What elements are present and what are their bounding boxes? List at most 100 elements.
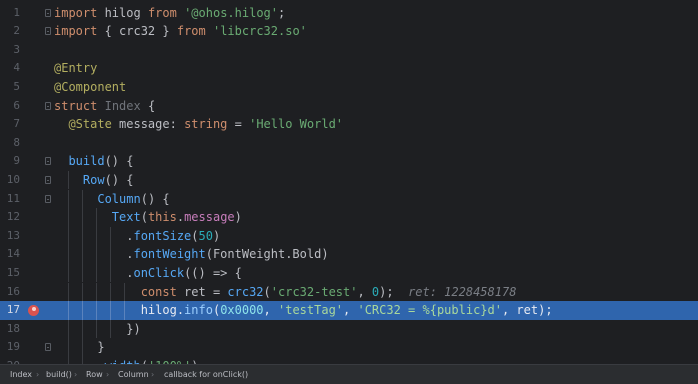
fold-icon[interactable] [45,343,51,352]
code-token: { crc32 } [97,24,177,39]
code-token: . [54,228,134,243]
editor-gutter[interactable]: 9 [0,152,51,171]
editor-gutter[interactable]: 3 [0,41,48,60]
editor-gutter[interactable]: 17 [0,301,48,320]
code-text[interactable]: hilog.info(0x0000, 'testTag', 'CRC32 = %… [54,301,553,320]
editor-gutter[interactable]: 15 [0,264,48,283]
code-text[interactable]: build() { [54,152,133,171]
code-text[interactable]: .onClick(() => { [54,264,242,283]
code-line[interactable]: 1 import hilog from '@ohos.hilog'; [0,4,698,23]
editor-gutter[interactable]: 20 [0,357,48,364]
code-token: = [227,117,250,132]
editor-gutter[interactable]: 12 [0,208,48,227]
fold-icon[interactable] [45,194,51,203]
editor-gutter[interactable]: 8 [0,134,48,153]
editor-gutter[interactable]: 11 [0,190,51,209]
code-line[interactable]: 2 import { crc32 } from 'libcrc32.so' [0,22,698,41]
editor-gutter[interactable]: 14 [0,245,48,264]
current-execution-line[interactable]: 17 hilog.info(0x0000, 'testTag', 'CRC32 … [0,301,698,320]
code-token: ) [212,228,221,243]
code-line[interactable]: 5 @Component [0,78,698,97]
code-token: struct [54,98,98,113]
code-token: 50 [198,228,213,243]
code-line[interactable]: 10 Row() { [0,170,698,190]
code-token: , [357,284,372,299]
editor-gutter[interactable]: 18 [0,320,48,339]
code-token: }) [54,321,141,336]
code-token: ( [191,228,199,243]
breadcrumb-build[interactable]: build() [46,369,72,380]
code-text[interactable]: import { crc32 } from 'libcrc32.so' [54,22,307,41]
fold-icon[interactable] [45,27,51,36]
code-text[interactable]: const ret = crc32('crc32-test', 0); ret:… [54,283,517,302]
code-token: 'Hello World' [249,117,344,132]
breakpoint-icon[interactable] [28,305,39,317]
code-text[interactable]: @Entry [54,59,97,78]
code-text[interactable]: struct Index { [54,97,155,116]
line-number: 17 [6,303,20,317]
editor-gutter[interactable]: 16 [0,283,48,302]
line-number: 7 [13,117,20,131]
fold-icon[interactable] [45,8,51,17]
editor-gutter[interactable]: 1 [0,4,51,23]
fold-icon[interactable] [45,101,51,110]
code-line[interactable]: 19 } [0,338,698,357]
editor-gutter[interactable]: 5 [0,78,48,97]
code-line[interactable]: 7 @State message: string = 'Hello World' [0,115,698,134]
code-text[interactable]: .fontSize(50) [54,227,220,246]
editor-gutter[interactable]: 4 [0,59,48,78]
breadcrumb-column[interactable]: Column [118,369,149,380]
code-text[interactable]: .width('100%') [54,357,198,364]
breadcrumb-index[interactable]: Index [10,369,32,380]
editor-gutter[interactable]: 13 [0,227,48,246]
code-text[interactable]: }) [54,320,141,339]
code-token: @Component [54,79,127,94]
editor-gutter[interactable]: 10 [0,171,51,190]
editor-gutter[interactable]: 2 [0,22,51,41]
code-token: () { [104,172,134,187]
code-text[interactable]: Text(this.message) [54,208,242,227]
code-line[interactable]: 14 .fontWeight(FontWeight.Bold) [0,245,698,264]
fold-icon[interactable] [45,157,51,166]
code-line[interactable]: 18 }) [0,319,698,339]
code-line[interactable]: 8 [0,134,698,153]
editor-gutter[interactable]: 19 [0,338,51,357]
code-token: fontWeight [133,247,206,262]
code-token: const [140,284,177,299]
code-token: @State [68,117,112,132]
code-text[interactable]: @State message: string = 'Hello World' [54,115,343,134]
line-number: 16 [6,284,20,298]
line-number: 2 [13,24,20,38]
code-line[interactable]: 3 [0,41,698,60]
editor-gutter[interactable]: 6 [0,97,51,116]
code-line[interactable]: 9 build() { [0,152,698,171]
code-line[interactable]: 6 struct Index { [0,97,698,116]
code-editor[interactable]: 1 import hilog from '@ohos.hilog'; 2 import… [0,0,698,364]
code-line[interactable]: 11 Column() { [0,189,698,209]
code-line[interactable]: 12 Text(this.message) [0,208,698,227]
code-line[interactable]: 20 .width('100%') [0,356,698,364]
editor-gutter[interactable]: 7 [0,115,48,134]
breadcrumb-onclick-callback[interactable]: callback for onClick() [164,369,248,380]
code-text[interactable]: Row() { [54,171,134,190]
code-token: (() => { [184,265,242,280]
line-number: 15 [6,265,20,279]
code-line[interactable]: 16 const ret = crc32('crc32-test', 0); r… [0,282,698,302]
code-text[interactable]: } [54,338,104,357]
code-text[interactable]: Column() { [54,190,169,209]
code-text[interactable]: import hilog from '@ohos.hilog'; [54,4,285,23]
code-text[interactable]: .fontWeight(FontWeight.Bold) [54,245,329,264]
code-line[interactable]: 15 .onClick(() => { [0,263,698,283]
code-token: , ret); [501,303,553,318]
code-token: , [263,303,278,318]
code-line[interactable]: 4 @Entry [0,59,698,78]
breadcrumb-row[interactable]: Row [86,369,103,380]
code-token: (FontWeight.Bold) [205,247,329,262]
fold-icon[interactable] [45,175,51,184]
code-text[interactable]: @Component [54,78,126,97]
code-line[interactable]: 13 .fontSize(50) [0,226,698,246]
code-token: hilog. [54,303,185,318]
code-token: @Entry [54,61,98,76]
